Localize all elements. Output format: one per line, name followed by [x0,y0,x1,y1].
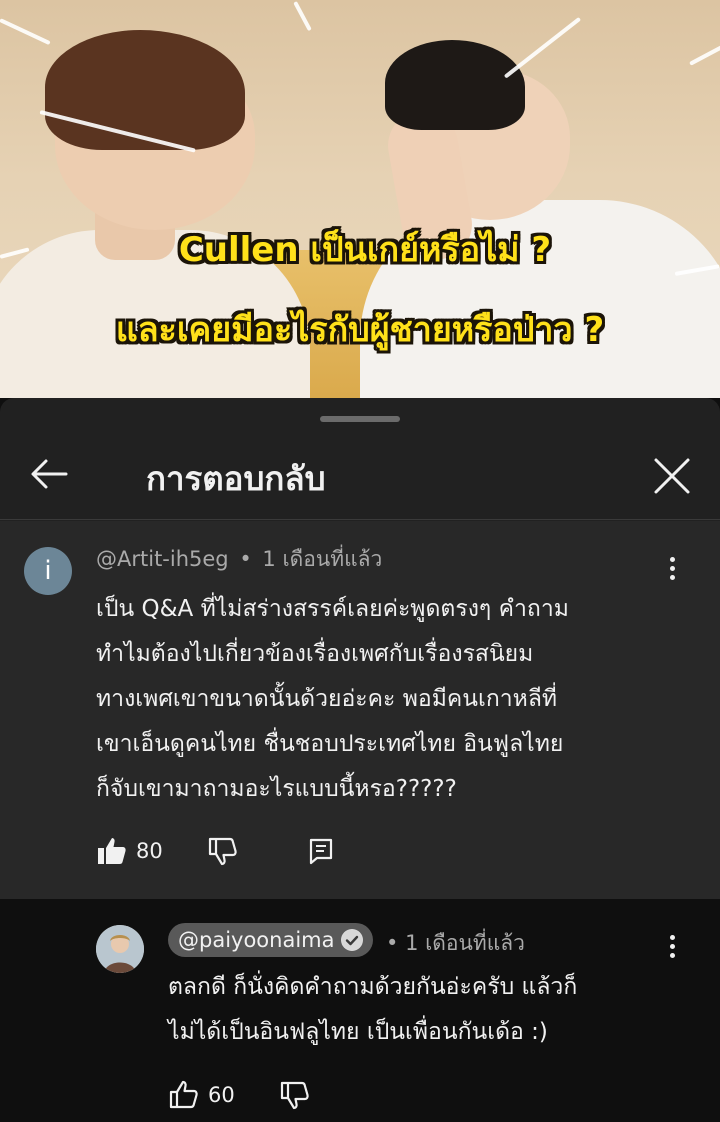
sparkle-line [0,18,51,46]
like-count: 60 [208,1083,235,1107]
reply-text: ตลกดี ก็นั่งคิดคำถามด้วยกันอ่ะครับ แล้วก… [168,965,688,1055]
verified-check-icon [340,929,363,951]
more-vert-icon-dot [669,566,675,571]
avatar[interactable]: i [24,547,72,595]
comment-time: 1 เดือนที่แล้ว [262,547,383,571]
reply-author: @paiyoonaima [178,928,335,952]
reply-time: 1 เดือนที่แล้ว [405,931,525,955]
sheet-header: การตอบกลับ [0,438,720,520]
video-person-right-hair [385,40,525,130]
reply-actions: 60 [168,1079,311,1111]
video-player[interactable]: Cullen เป็นเกย์หรือไม่ ? และเคยมีอะไรกับ… [0,0,720,398]
thumb-down-outline-icon [208,837,237,866]
comment-reply-icon [309,838,332,865]
verified-check-glyph [341,930,362,950]
thumb-up-outline-icon [169,1080,198,1109]
more-vert-icon [669,557,675,562]
thumb-down-outline-icon [280,1081,309,1110]
more-vert-icon-dot [669,944,675,949]
arrow-left-icon [31,459,68,489]
like-button[interactable] [96,835,128,867]
reply-meta: • 1 เดือนที่แล้ว [386,927,525,960]
dislike-button[interactable] [279,1079,311,1111]
comment-meta: @Artit-ih5eg • 1 เดือนที่แล้ว [96,543,382,576]
reply-button[interactable] [305,835,337,867]
avatar-photo-icon [96,925,144,973]
avatar[interactable] [96,925,144,973]
video-person-left-hair [45,30,245,150]
replies-sheet: การตอบกลับ i @Artit-ih5eg • 1 เดือนที่แล… [0,398,720,1122]
back-button[interactable] [26,450,74,498]
parent-comment: i @Artit-ih5eg • 1 เดือนที่แล้ว เป็น Q&A… [0,521,720,899]
close-icon [654,458,690,494]
comment-line: ทางเพศเขาขนาดนั้นด้วยอ่ะคะ พอมีคนเกาหลีท… [96,686,558,712]
more-vert-icon-dot [669,575,675,580]
close-button[interactable] [646,450,698,502]
drag-handle[interactable] [320,416,400,422]
comment-line: ทำไมต้องไปเกี่ยวข้องเรื่องเพศกับเรื่องรส… [96,641,534,667]
comment-author[interactable]: @Artit-ih5eg [96,547,229,571]
thumb-up-filled-icon [98,838,126,864]
more-vert-icon [669,935,675,940]
sparkle-line [503,16,582,79]
sparkle-line [689,43,720,66]
like-count: 80 [136,839,163,863]
comment-line: ก็จับเขามาถามอะไรแบบนี้หรอ????? [96,776,457,802]
comment-line: เป็น Q&A ที่ไม่สร่างสรรค์เลยค่ะพูดตรงๆ ค… [96,596,569,622]
comment-actions: 80 [96,835,337,867]
meta-separator: • [239,547,252,571]
like-button[interactable] [168,1079,200,1111]
meta-separator: • [386,931,399,955]
sheet-title: การตอบกลับ [146,459,326,498]
author-chip[interactable]: @paiyoonaima [168,923,373,957]
comment-text: เป็น Q&A ที่ไม่สร่างสรรค์เลยค่ะพูดตรงๆ ค… [96,587,696,812]
sparkle-line [293,1,312,32]
video-caption-line-1: Cullen เป็นเกย์หรือไม่ ? [178,230,552,270]
dislike-button[interactable] [207,835,239,867]
reply-line: ตลกดี ก็นั่งคิดคำถามด้วยกันอ่ะครับ แล้วก… [168,974,578,1000]
video-caption-line-2: และเคยมีอะไรกับผู้ชายหรือป่าว ? [115,310,605,350]
reply-line: ไม่ได้เป็นอินฟลูไทย เป็นเพื่อนกันเด้อ :) [168,1019,548,1045]
reply-comment: @paiyoonaima • 1 เดือนที่แล้ว ตลกดี ก็นั… [0,899,720,1122]
more-vert-icon-dot [669,953,675,958]
comment-line: เขาเอ็นดูคนไทย ชื่นชอบประเทศไทย อินฟูลไท… [96,731,564,757]
